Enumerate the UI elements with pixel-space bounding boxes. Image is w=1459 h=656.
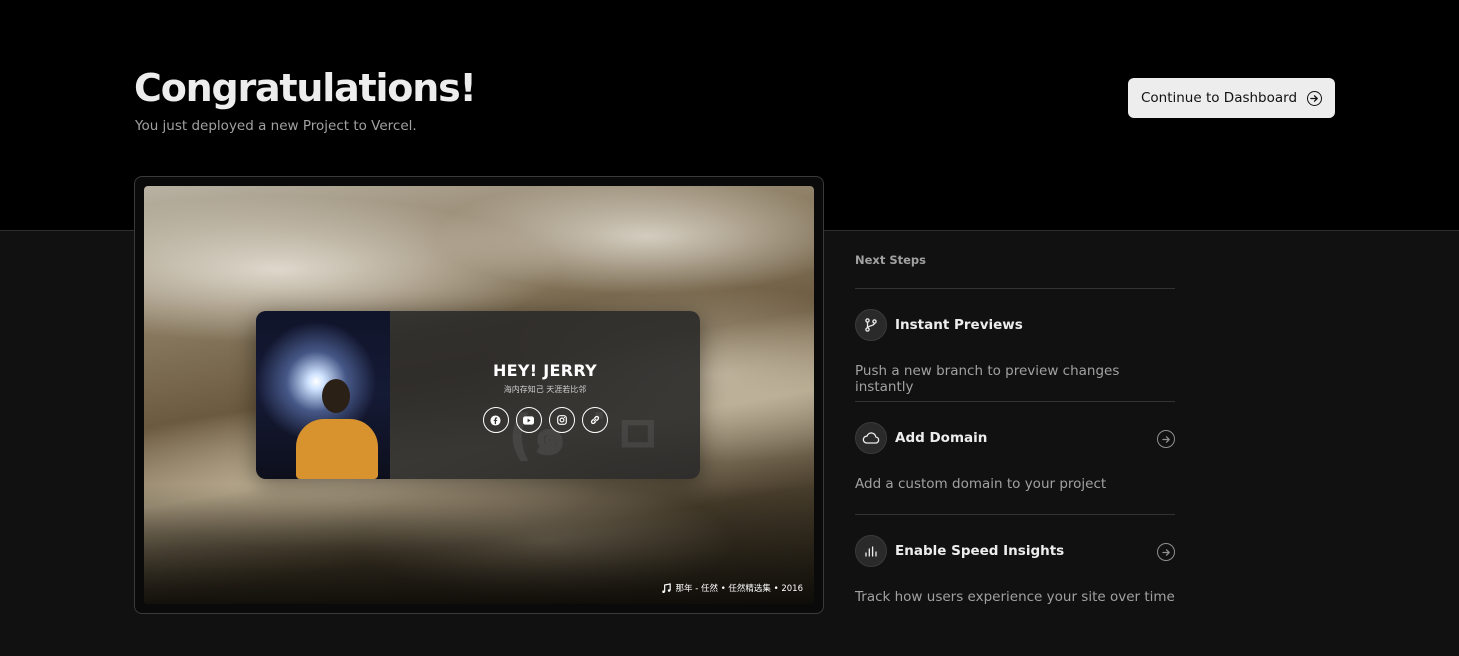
step-description: Add a custom domain to your project: [855, 476, 1107, 492]
profile-info: (๑ ˙ㅁ˙) HEY! JERRY 海内存知己 天涯若比邻: [390, 311, 700, 479]
step-add-domain[interactable]: Add Domain Add a custom domain to your p…: [855, 401, 1175, 514]
step-instant-previews[interactable]: Instant Previews Push a new branch to pr…: [855, 288, 1175, 401]
step-description: Push a new branch to preview changes ins…: [855, 363, 1120, 395]
music-player-caption: 那年 - 任然 • 任然精选集 • 2016: [661, 582, 803, 594]
arrow-right-circle-icon[interactable]: [1157, 543, 1175, 561]
facebook-icon: [482, 407, 509, 433]
preview-screenshot: (๑ ˙ㅁ˙) HEY! JERRY 海内存知己 天涯若比邻: [144, 186, 814, 604]
deployment-preview[interactable]: (๑ ˙ㅁ˙) HEY! JERRY 海内存知己 天涯若比邻: [134, 176, 824, 614]
kaomoji-watermark: (๑ ˙ㅁ˙): [508, 404, 663, 479]
step-enable-speed-insights[interactable]: Enable Speed Insights Track how users ex…: [855, 514, 1175, 627]
page-subtitle: You just deployed a new Project to Verce…: [135, 118, 417, 134]
step-title: Add Domain: [895, 430, 988, 446]
arrow-right-circle-icon[interactable]: [1157, 430, 1175, 448]
continue-to-dashboard-label: Continue to Dashboard: [1140, 90, 1298, 106]
bar-chart-icon: [855, 535, 887, 567]
music-note-icon: [661, 582, 671, 593]
music-track: 那年 - 任然 • 任然精选集 • 2016: [675, 584, 803, 594]
step-title: Enable Speed Insights: [895, 543, 1065, 559]
git-branch-icon: [855, 309, 887, 341]
profile-card: (๑ ˙ㅁ˙) HEY! JERRY 海内存知己 天涯若比邻: [256, 311, 700, 479]
step-title: Instant Previews: [895, 317, 1023, 333]
next-steps-heading: Next Steps: [855, 253, 926, 267]
page-title: Congratulations!: [134, 66, 477, 110]
continue-to-dashboard-button[interactable]: Continue to Dashboard: [1128, 78, 1335, 118]
profile-name: HEY! JERRY: [492, 361, 597, 380]
arrow-right-icon: [1307, 90, 1323, 106]
profile-photo: [256, 311, 390, 479]
step-description: Track how users experience your site ove…: [855, 589, 1175, 605]
cloud-icon: [855, 422, 887, 454]
